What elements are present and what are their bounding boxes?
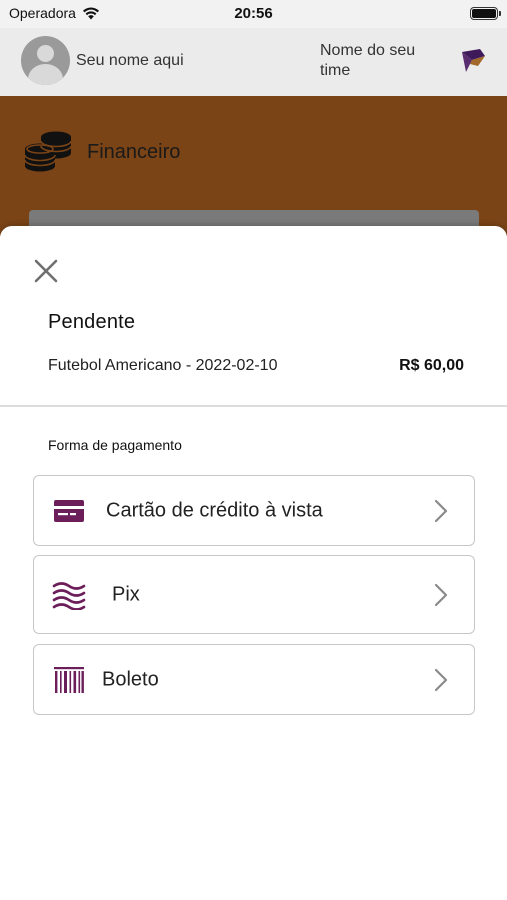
payment-method-label: Forma de pagamento (48, 437, 182, 453)
status-bar: Operadora 20:56 (0, 0, 507, 28)
item-description: Futebol Americano - 2022-02-10 (48, 357, 278, 374)
sheet-title: Pendente (48, 311, 136, 333)
user-name[interactable]: Seu nome aqui (76, 52, 184, 70)
finance-banner: Financeiro (0, 96, 507, 240)
credit-card-icon (54, 499, 84, 522)
credit-card-option[interactable]: Cartão de crédito à vista (33, 475, 475, 546)
credit-card-label: Cartão de crédito à vista (106, 499, 323, 521)
boleto-label: Boleto (102, 668, 159, 690)
divider (0, 405, 507, 407)
team-name[interactable]: Nome do seu time (320, 41, 440, 81)
pix-waves-icon (52, 581, 86, 610)
pix-label: Pix (112, 583, 140, 605)
avatar[interactable] (21, 36, 70, 85)
chevron-right-icon (434, 668, 448, 691)
app-header: Seu nome aqui Nome do seu time (0, 28, 507, 96)
chevron-right-icon (434, 499, 448, 522)
close-icon[interactable] (33, 258, 59, 284)
barcode-icon (54, 666, 84, 693)
payment-sheet: Pendente Futebol Americano - 2022-02-10 … (0, 226, 507, 900)
chevron-right-icon (434, 583, 448, 606)
clock: 20:56 (234, 5, 273, 22)
pix-option[interactable]: Pix (33, 555, 475, 634)
battery-icon (470, 7, 501, 20)
team-logo-icon[interactable] (458, 46, 488, 76)
section-title: Financeiro (87, 141, 181, 163)
item-price: R$ 60,00 (399, 357, 464, 374)
boleto-option[interactable]: Boleto (33, 644, 475, 715)
coins-icon (24, 131, 72, 172)
